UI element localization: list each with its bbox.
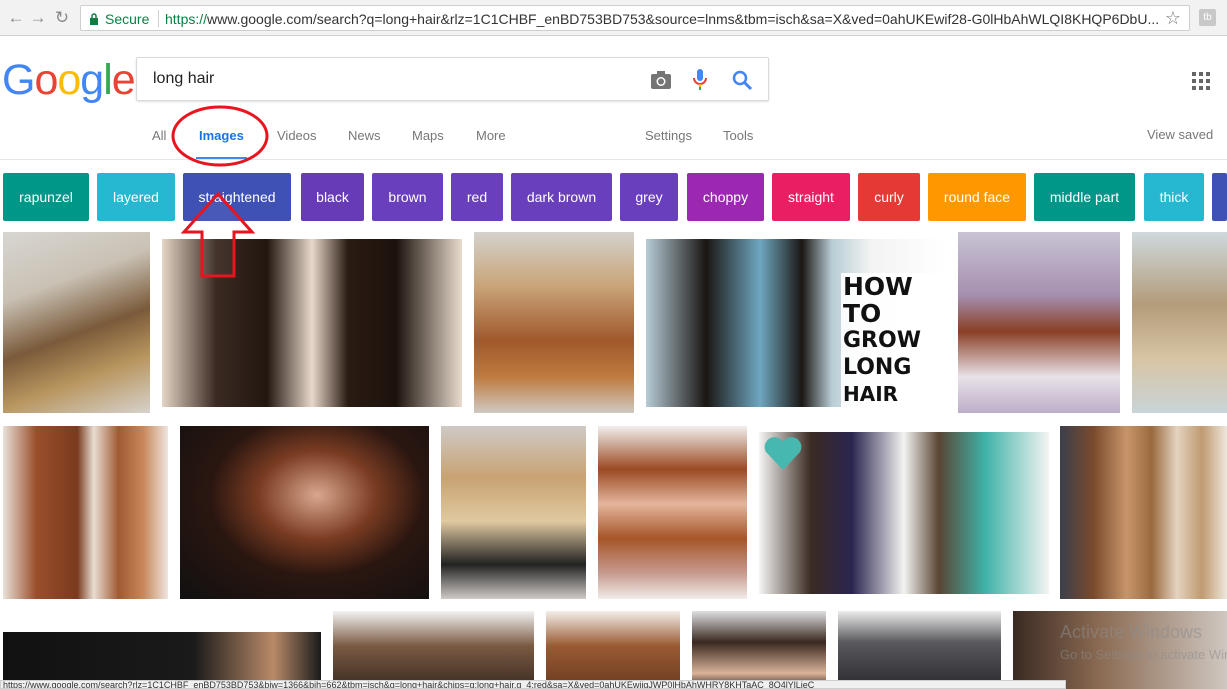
address-bar[interactable]: Secure https://www.google.com/search?q=l…: [80, 5, 1190, 31]
view-saved-link[interactable]: View saved: [1147, 127, 1213, 142]
activation-watermark: Activate Windows Go to Settings to activ…: [1060, 622, 1227, 662]
apps-grid-icon[interactable]: [1192, 72, 1210, 90]
image-result[interactable]: [474, 232, 634, 413]
search-input[interactable]: [153, 70, 633, 88]
annotation-arrow: [180, 191, 256, 278]
overlay-line: GROW LONG: [843, 328, 921, 380]
chip-dark-brown[interactable]: dark brown: [511, 173, 612, 221]
forward-icon[interactable]: →: [28, 8, 48, 28]
image-result[interactable]: [598, 426, 747, 599]
image-result[interactable]: [838, 611, 1001, 689]
tab-all[interactable]: All: [152, 128, 166, 143]
logo-letter: l: [103, 56, 113, 104]
tab-more[interactable]: More: [476, 128, 506, 143]
back-icon[interactable]: ←: [6, 8, 26, 28]
logo-letter: G: [2, 56, 35, 104]
image-result[interactable]: [3, 232, 150, 413]
image-result[interactable]: [333, 611, 534, 689]
chip-black[interactable]: black: [301, 173, 364, 221]
extension-icon[interactable]: tb: [1199, 9, 1216, 26]
tab-news[interactable]: News: [348, 128, 381, 143]
image-result[interactable]: [958, 232, 1120, 413]
chip-thick[interactable]: thick: [1144, 173, 1204, 221]
google-logo[interactable]: Google: [2, 55, 136, 105]
image-result[interactable]: [692, 611, 826, 689]
chip-middle-part[interactable]: middle part: [1034, 173, 1135, 221]
tab-settings[interactable]: Settings: [645, 128, 692, 143]
image-result[interactable]: [1132, 232, 1227, 413]
tab-maps[interactable]: Maps: [412, 128, 444, 143]
url-separator: [158, 10, 159, 27]
logo-letter: o: [57, 56, 81, 104]
chip-brown[interactable]: brown: [372, 173, 443, 221]
annotation-circle: [171, 105, 269, 167]
chip-straight[interactable]: straight: [772, 173, 850, 221]
overlay-line: HAIR FAST!: [843, 382, 899, 406]
url-text[interactable]: https://www.google.com/search?q=long+hai…: [165, 11, 1160, 27]
watermark-title: Activate Windows: [1060, 622, 1203, 642]
chip-round-face[interactable]: round face: [928, 173, 1026, 221]
browser-toolbar: ← → ↻ Secure https://www.google.com/sear…: [0, 0, 1227, 36]
image-overlay-text: HOW TO GROW LONG HAIR FAST!: [841, 273, 946, 407]
chip-choppy[interactable]: choppy: [687, 173, 764, 221]
image-result[interactable]: [759, 432, 1049, 594]
image-result[interactable]: HOW TO GROW LONG HAIR FAST!: [646, 239, 946, 407]
tab-tools[interactable]: Tools: [723, 128, 753, 143]
search-icon[interactable]: [731, 69, 753, 91]
secure-label: Secure: [105, 11, 150, 27]
lock-icon: [90, 13, 98, 25]
chip-rapunzel[interactable]: rapunzel: [3, 173, 89, 221]
camera-icon[interactable]: [650, 70, 672, 90]
heart-icon: [764, 437, 802, 470]
url-path: www.google.com/search?q=long+hair&rlz=1C…: [207, 11, 1160, 27]
logo-letter: g: [80, 56, 104, 104]
logo-letter: o: [34, 56, 58, 104]
image-result[interactable]: [441, 426, 586, 599]
reload-icon[interactable]: ↻: [52, 8, 72, 28]
image-result[interactable]: [180, 426, 429, 599]
image-result[interactable]: [1060, 426, 1227, 599]
chip-red[interactable]: red: [451, 173, 503, 221]
image-result[interactable]: [546, 611, 680, 689]
image-result[interactable]: [3, 426, 168, 599]
tab-videos[interactable]: Videos: [277, 128, 317, 143]
status-bar-url: https://www.google.com/search?rlz=1C1CHB…: [0, 680, 1066, 689]
overlay-line: HOW TO: [843, 272, 913, 328]
chip-layered[interactable]: layered: [97, 173, 175, 221]
logo-letter: e: [111, 56, 136, 104]
chip-grey[interactable]: grey: [620, 173, 678, 221]
url-scheme: https://: [165, 11, 208, 27]
microphone-icon[interactable]: [693, 68, 707, 92]
bookmark-star-icon[interactable]: ☆: [1165, 8, 1181, 29]
chip-next-partial[interactable]: [1212, 173, 1227, 221]
watermark-subtitle: Go to Settings to activate Windows.: [1060, 647, 1227, 662]
search-box: [136, 57, 769, 101]
chip-curly[interactable]: curly: [858, 173, 920, 221]
